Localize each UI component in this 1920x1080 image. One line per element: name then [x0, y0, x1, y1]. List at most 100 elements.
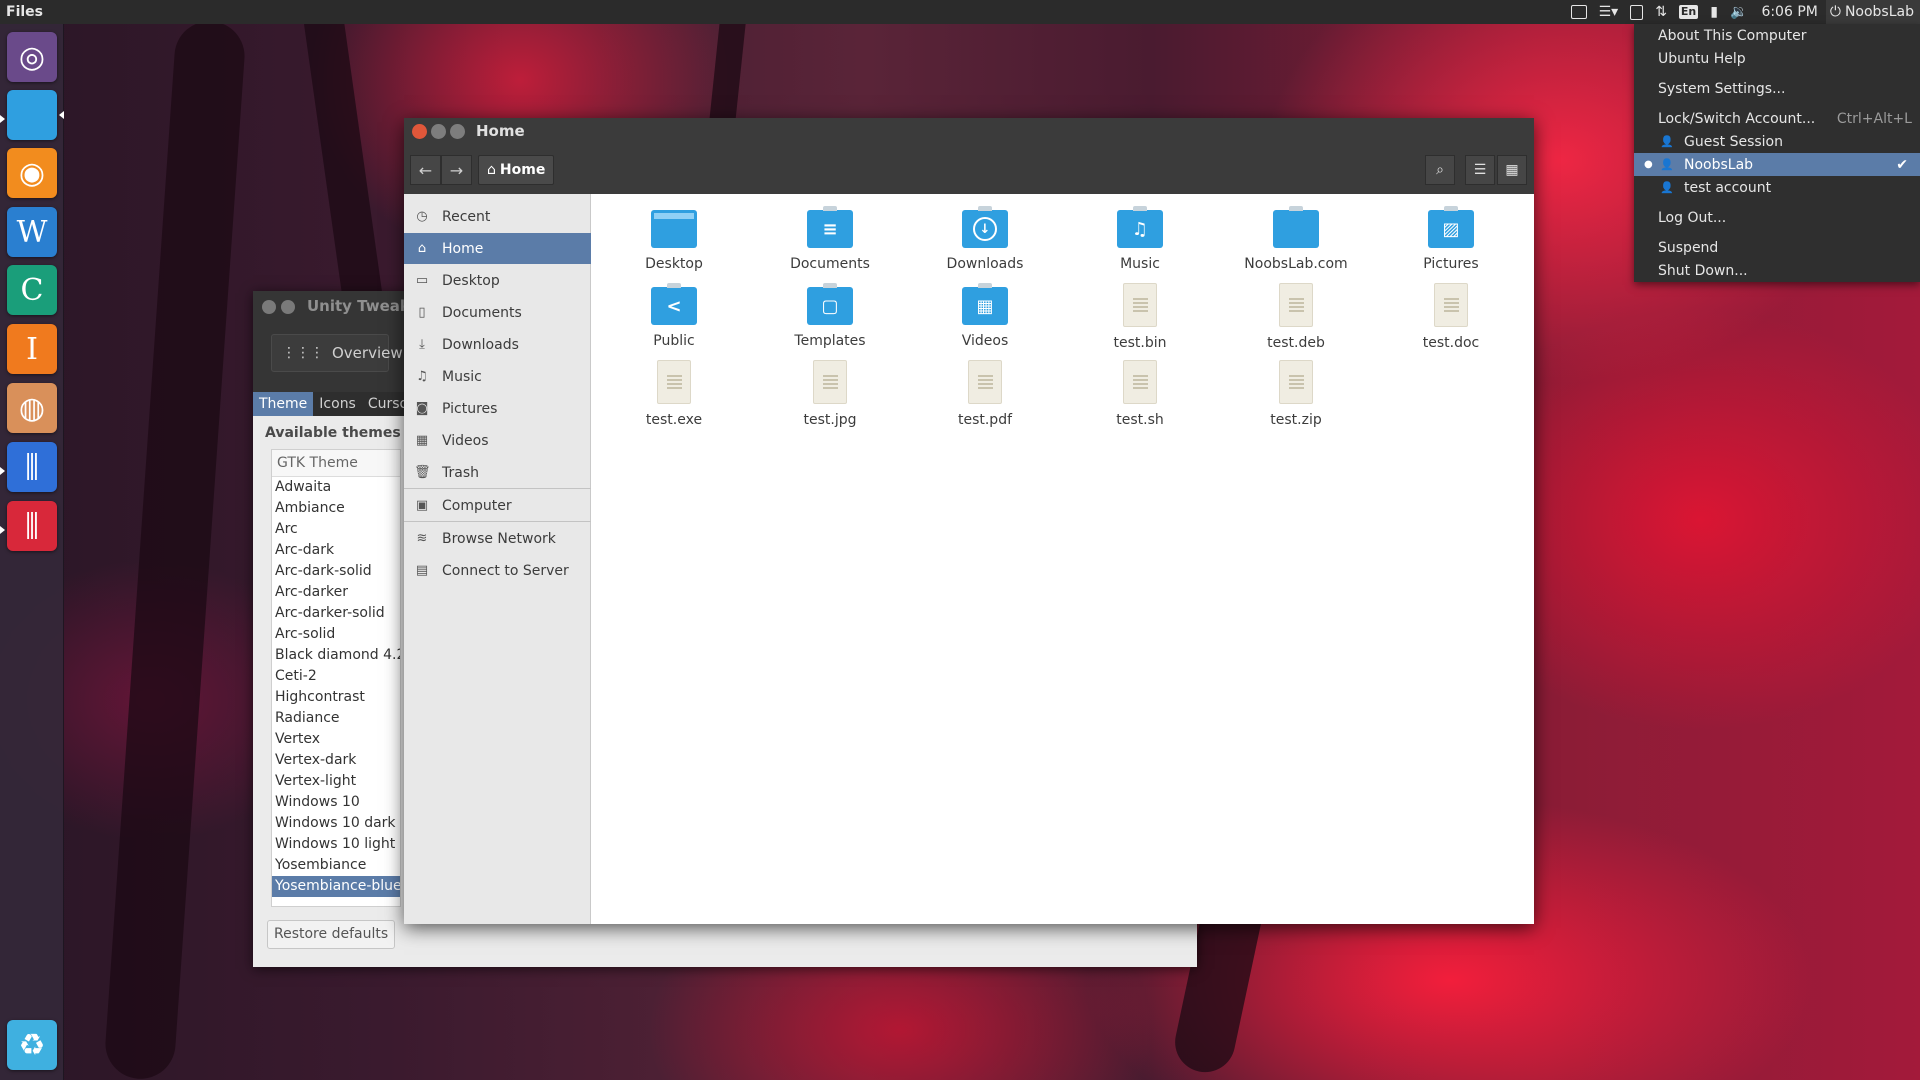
- file-item-public[interactable]: < Public: [604, 279, 744, 355]
- theme-list-item[interactable]: Arc-dark: [272, 540, 400, 561]
- menu-shut-down[interactable]: Shut Down...: [1634, 259, 1920, 282]
- theme-list-item[interactable]: Windows 10 dark: [272, 813, 400, 834]
- file-item-test-doc[interactable]: test.doc: [1381, 279, 1521, 355]
- running-app-indicator: [0, 467, 5, 475]
- file-item-noobslab-com[interactable]: NoobsLab.com: [1226, 202, 1366, 278]
- overview-button[interactable]: ⋮⋮⋮ Overview: [271, 334, 403, 372]
- file-item-templates[interactable]: ▢ Templates: [760, 279, 900, 355]
- path-bar-home-button[interactable]: ⌂ Home: [478, 155, 555, 185]
- theme-list-item[interactable]: Black diamond 4.2: [272, 645, 400, 666]
- writer-icon[interactable]: W: [7, 207, 57, 257]
- theme-list-item[interactable]: Yosembiance: [272, 855, 400, 876]
- sidebar-item-documents[interactable]: ▯ Documents: [404, 297, 591, 328]
- theme-list-item[interactable]: Ceti-2: [272, 666, 400, 687]
- tweak-tool-red-icon[interactable]: ⫼: [7, 501, 57, 551]
- close-icon[interactable]: [412, 124, 427, 139]
- volume-icon[interactable]: 🔉: [1724, 0, 1753, 24]
- theme-list-item[interactable]: Radiance: [272, 708, 400, 729]
- tweak-tool-icon[interactable]: ⫼: [7, 442, 57, 492]
- sidebar-item-desktop[interactable]: ▭ Desktop: [404, 265, 591, 296]
- menu-about-computer[interactable]: About This Computer: [1634, 24, 1920, 47]
- printer-icon[interactable]: [1565, 0, 1593, 24]
- theme-list-item[interactable]: Arc: [272, 519, 400, 540]
- ubuntu-dash-icon[interactable]: ◎: [7, 32, 57, 82]
- keyboard-layout-indicator[interactable]: En: [1673, 0, 1704, 24]
- list-view-button[interactable]: ☰: [1465, 155, 1495, 185]
- menu-guest-session[interactable]: 👤 Guest Session: [1634, 130, 1920, 153]
- minimize-icon[interactable]: [431, 124, 446, 139]
- file-item-test-zip[interactable]: test.zip: [1226, 356, 1366, 432]
- file-item-test-deb[interactable]: test.deb: [1226, 279, 1366, 355]
- theme-list-item[interactable]: Windows 10 light: [272, 834, 400, 855]
- files-icon[interactable]: [7, 90, 57, 140]
- theme-list-item[interactable]: Highcontrast: [272, 687, 400, 708]
- theme-list-item[interactable]: Adwaita: [272, 477, 400, 498]
- menu-ubuntu-help[interactable]: Ubuntu Help: [1634, 47, 1920, 70]
- trash-icon[interactable]: ♻: [7, 1020, 57, 1070]
- lock-shortcut: Ctrl+Alt+L: [1836, 110, 1912, 127]
- theme-list-item[interactable]: Arc-solid: [272, 624, 400, 645]
- file-item-test-exe[interactable]: test.exe: [604, 356, 744, 432]
- file-item-test-bin[interactable]: test.bin: [1070, 279, 1210, 355]
- theme-list-item[interactable]: Vertex: [272, 729, 400, 750]
- file-item-test-pdf[interactable]: test.pdf: [915, 356, 1055, 432]
- menu-suspend[interactable]: Suspend: [1634, 236, 1920, 259]
- grid-view-button[interactable]: ▦: [1497, 155, 1527, 185]
- firefox-icon[interactable]: ◉: [7, 148, 57, 198]
- gtk-theme-list[interactable]: GTK Theme Adwaita Ambiance Arc Arc-dark Arc-…: [271, 449, 401, 907]
- gtk-theme-list-header[interactable]: GTK Theme: [272, 450, 400, 477]
- sidebar-item-music[interactable]: ♫ Music: [404, 361, 591, 392]
- tab-icons[interactable]: Icons: [313, 392, 362, 416]
- session-indicator[interactable]: ⏻ NoobsLab: [1825, 0, 1920, 24]
- software-center-icon[interactable]: ◍: [7, 383, 57, 433]
- file-item-pictures[interactable]: ▨ Pictures: [1381, 202, 1521, 278]
- tweak-tabs: Theme Icons Curso: [253, 392, 415, 416]
- sidebar-item-computer[interactable]: ▣ Computer: [404, 490, 591, 521]
- sidebar-item-browse-network[interactable]: ≋ Browse Network: [404, 523, 591, 554]
- grid-view-icon: ▦: [1505, 162, 1519, 178]
- file-item-music[interactable]: ♫ Music: [1070, 202, 1210, 278]
- sidebar-item-recent[interactable]: ◷ Recent: [404, 201, 591, 232]
- tab-theme[interactable]: Theme: [253, 392, 314, 416]
- network-arrows-icon[interactable]: ⇅: [1649, 0, 1673, 24]
- file-item-videos[interactable]: ▦ Videos: [915, 279, 1055, 355]
- wifi-icon: ≋: [416, 531, 428, 546]
- theme-list-item[interactable]: Vertex-dark: [272, 750, 400, 771]
- sidebar-item-downloads[interactable]: ⤓ Downloads: [404, 329, 591, 360]
- restore-defaults-button[interactable]: Restore defaults: [267, 920, 396, 949]
- menu-system-settings[interactable]: System Settings...: [1634, 77, 1920, 100]
- file-item-test-sh[interactable]: test.sh: [1070, 356, 1210, 432]
- file-item-documents[interactable]: ≡ Documents: [760, 202, 900, 278]
- sidebar-item-trash[interactable]: 🗑 Trash: [404, 457, 591, 488]
- menu-list-icon[interactable]: ☰▾: [1593, 0, 1625, 24]
- theme-list-item[interactable]: Arc-darker-solid: [272, 603, 400, 624]
- search-button[interactable]: ⌕: [1425, 155, 1455, 185]
- sidebar-item-pictures[interactable]: ◙ Pictures: [404, 393, 591, 424]
- theme-list-item[interactable]: Ambiance: [272, 498, 400, 519]
- theme-list-item[interactable]: Vertex-light: [272, 771, 400, 792]
- calc-icon[interactable]: C: [7, 265, 57, 315]
- close-icon[interactable]: [262, 300, 276, 314]
- theme-list-item[interactable]: Arc-darker: [272, 582, 400, 603]
- sidebar-item-home[interactable]: ⌂ Home: [404, 233, 591, 264]
- impress-icon[interactable]: I: [7, 324, 57, 374]
- minimize-icon[interactable]: [281, 300, 295, 314]
- file-item-desktop[interactable]: Desktop: [604, 202, 744, 278]
- menu-lock-switch-account[interactable]: Lock/Switch Account... Ctrl+Alt+L: [1634, 107, 1920, 130]
- menu-log-out[interactable]: Log Out...: [1634, 206, 1920, 229]
- battery-icon[interactable]: ▮: [1704, 0, 1724, 24]
- clock[interactable]: 6:06 PM: [1753, 0, 1825, 24]
- back-button[interactable]: ←: [410, 155, 441, 185]
- theme-list-item[interactable]: Arc-dark-solid: [272, 561, 400, 582]
- file-item-test-jpg[interactable]: test.jpg: [760, 356, 900, 432]
- forward-button[interactable]: →: [441, 155, 472, 185]
- notes-icon[interactable]: [1624, 0, 1649, 24]
- theme-list-item[interactable]: Windows 10: [272, 792, 400, 813]
- sidebar-item-videos[interactable]: ▦ Videos: [404, 425, 591, 456]
- theme-list-item[interactable]: Yosembiance-blue: [272, 876, 400, 897]
- menu-user-test-account[interactable]: 👤 test account: [1634, 176, 1920, 199]
- sidebar-item-connect-to-server[interactable]: ▤ Connect to Server: [404, 555, 591, 586]
- maximize-icon[interactable]: [450, 124, 465, 139]
- file-item-downloads[interactable]: ↓ Downloads: [915, 202, 1055, 278]
- menu-user-noobslab[interactable]: ● 👤 NoobsLab ✔: [1634, 153, 1920, 176]
